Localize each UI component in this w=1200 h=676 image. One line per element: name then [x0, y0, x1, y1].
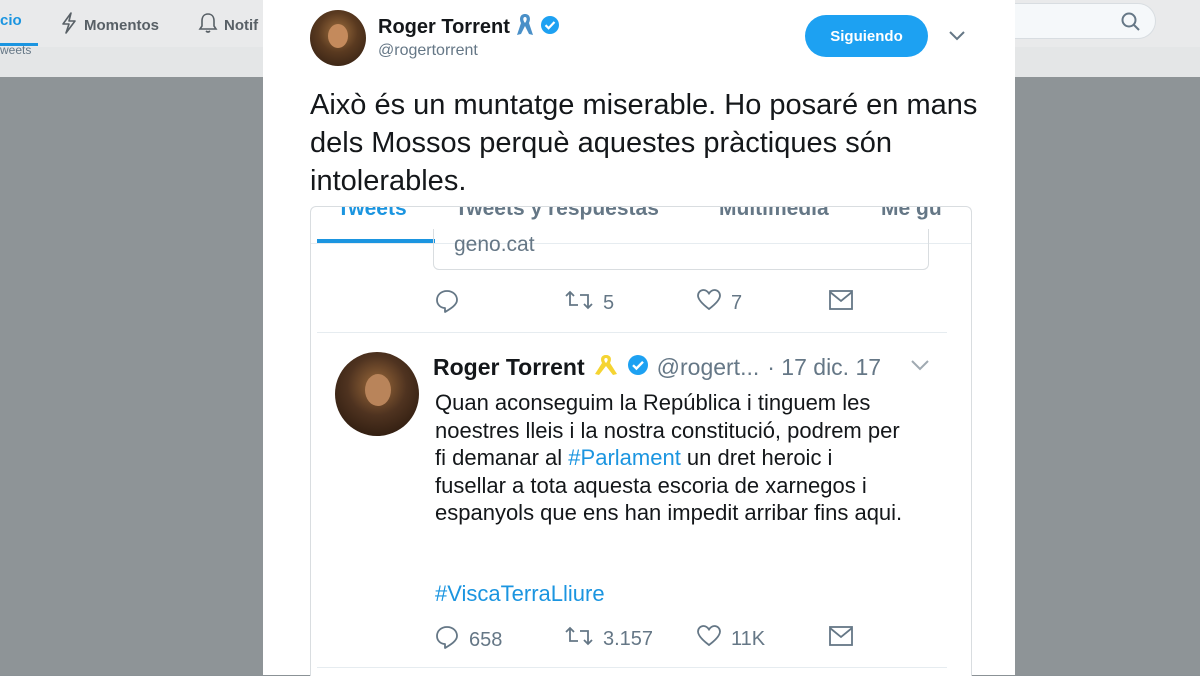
embedded-screenshot: Tweets Tweets y respuestas Multimedia Me… [310, 206, 972, 676]
retweet-count: 3.157 [603, 627, 654, 650]
verified-badge-icon [540, 15, 560, 40]
reply-action-prev [435, 289, 459, 319]
reply-icon [435, 625, 459, 655]
inner-hashtag-line: #ViscaTerraLliure [435, 581, 605, 606]
inner-author-name: Roger Torrent [433, 354, 585, 380]
background-overlay-left [0, 77, 263, 675]
search-icon [1121, 12, 1141, 37]
author-name[interactable]: Roger Torrent [378, 16, 510, 39]
tab-tweets-replies: Tweets y respuestas [455, 206, 659, 220]
like-count: 11K [731, 627, 766, 650]
search-input[interactable] [1015, 3, 1156, 39]
author-handle: @rogertorrent [378, 42, 478, 59]
inner-author-handle: @rogert... [656, 354, 760, 380]
yellow-ribbon-icon [593, 353, 619, 382]
nav-notifications-label: Notif [224, 16, 259, 34]
lightning-icon [60, 12, 78, 38]
retweet-action: 3.157 [565, 625, 653, 653]
nav-home[interactable]: cio [0, 12, 22, 29]
inner-tweet-date: · 17 dic. 17 [767, 354, 882, 380]
nav-notifications[interactable]: Notif [198, 12, 258, 38]
tweet-divider-bottom [317, 667, 947, 668]
dm-action [829, 626, 853, 652]
nav-moments[interactable]: Momentos [60, 12, 159, 38]
retweet-count-prev: 5 [603, 291, 615, 314]
inner-tweet-text: Quan aconseguim la República i tinguem l… [435, 389, 905, 527]
following-button[interactable]: Siguiendo [805, 15, 928, 57]
tweet-author-row: Roger Torrent [378, 12, 560, 43]
tab-tweets: Tweets [337, 206, 407, 220]
nav-home-label: cio [0, 12, 22, 29]
tweet-text: Això és un muntatge miserable. Ho posaré… [310, 89, 978, 197]
tab-underline [317, 239, 435, 243]
avatar[interactable] [310, 10, 366, 66]
tweet-card: Roger Torrent @rogertorrent Siguiendo Ai… [263, 0, 1015, 676]
blue-ribbon-icon [516, 12, 534, 43]
dm-action-prev [829, 290, 853, 316]
nav-moments-label: Momentos [84, 16, 159, 34]
reply-count: 658 [469, 628, 503, 651]
link-preview-card: geno.cat [433, 229, 929, 270]
link-preview-text: geno.cat [454, 233, 535, 256]
background-tweets-label: weets [0, 43, 32, 57]
tab-likes: Me gu [881, 206, 942, 220]
envelope-icon [829, 290, 853, 316]
retweet-action-prev: 5 [565, 289, 614, 317]
inner-verified-badge-icon [627, 354, 649, 381]
inner-chevron-down-icon [911, 359, 929, 377]
tweet-divider [317, 332, 947, 333]
chevron-down-icon[interactable] [949, 28, 965, 46]
reply-action: 658 [435, 625, 502, 655]
heart-icon [697, 289, 721, 317]
inner-avatar [335, 352, 419, 436]
inner-tweet-header: Roger Torrent @rogert... · 17 dic. 17 [433, 353, 881, 382]
envelope-icon [829, 626, 853, 652]
like-count-prev: 7 [731, 291, 743, 314]
like-action: 11K [697, 625, 765, 653]
heart-icon [697, 625, 721, 653]
inner-hashtag-parlament: #Parlament [568, 445, 681, 470]
tab-multimedia: Multimedia [719, 206, 829, 220]
retweet-icon [565, 625, 593, 653]
background-overlay-right [1015, 77, 1200, 675]
reply-icon [435, 289, 459, 319]
retweet-icon [565, 289, 593, 317]
like-action-prev: 7 [697, 289, 742, 317]
bell-icon [198, 12, 218, 38]
